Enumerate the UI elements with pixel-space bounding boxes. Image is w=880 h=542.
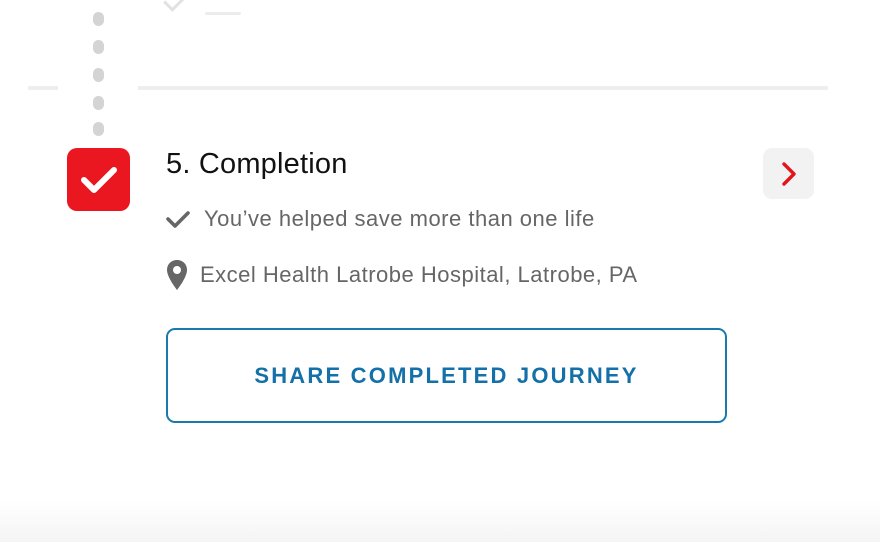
timeline-dot <box>93 96 104 110</box>
previous-step-remnant <box>163 0 245 20</box>
share-button-label: SHARE COMPLETED JOURNEY <box>254 362 639 388</box>
timeline-dot <box>93 40 104 54</box>
journey-step-screen: 5. Completion You’ve helped save more th… <box>0 0 880 542</box>
faded-text-line <box>205 12 241 15</box>
bottom-fade <box>0 500 880 542</box>
share-journey-button[interactable]: SHARE COMPLETED JOURNEY <box>166 328 727 423</box>
impact-message-row: You’ve helped save more than one life <box>166 204 595 234</box>
map-pin-icon <box>166 259 188 291</box>
faded-check-icon <box>163 0 186 12</box>
timeline-dot <box>93 68 104 82</box>
timeline-dot <box>93 12 104 26</box>
section-divider <box>138 86 828 90</box>
chevron-right-icon <box>781 161 796 186</box>
checkmark-icon <box>80 166 117 193</box>
impact-message: You’ve helped save more than one life <box>204 206 595 231</box>
timeline-dot <box>93 122 104 136</box>
step-details-button[interactable] <box>763 148 814 199</box>
checkmark-icon <box>166 210 192 228</box>
location-row: Excel Health Latrobe Hospital, Latrobe, … <box>166 257 638 293</box>
hospital-location: Excel Health Latrobe Hospital, Latrobe, … <box>200 262 638 287</box>
completed-step-badge <box>67 148 130 211</box>
timeline-connector <box>93 12 104 136</box>
step-title: 5. Completion <box>166 148 348 180</box>
section-divider <box>28 86 58 90</box>
